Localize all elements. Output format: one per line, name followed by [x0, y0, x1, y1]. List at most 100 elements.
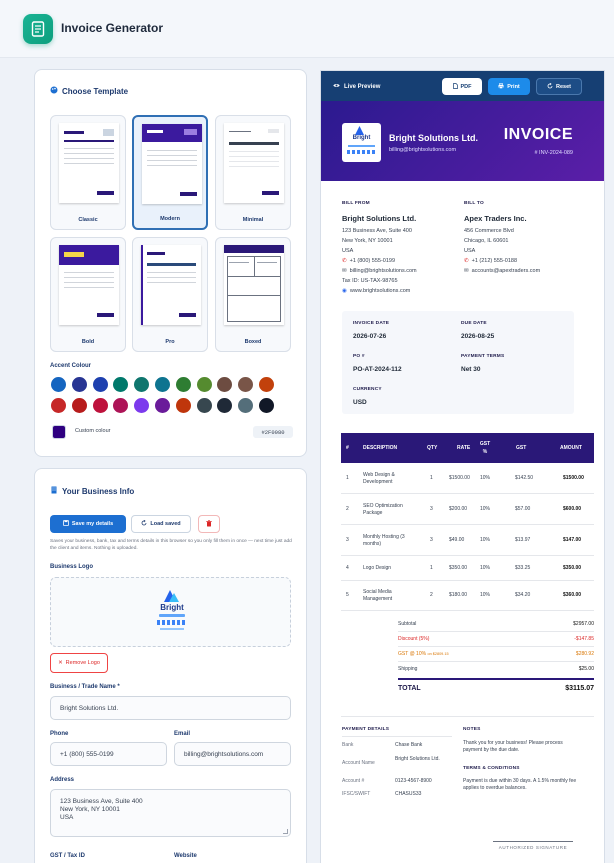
row-amount: $147.00 — [563, 536, 582, 543]
row-rate: $350.00 — [449, 564, 468, 571]
bill-from-email: ✉ billing@brightsolutions.com — [342, 268, 417, 274]
accent-swatch[interactable] — [259, 398, 274, 413]
col-num: # — [346, 445, 349, 451]
authorized-signature-label: AUTHORIZED SIGNATURE — [498, 845, 568, 850]
items-table-header: # DESCRIPTION QTY RATE GST % GST AMOUNT — [341, 433, 594, 463]
row-num: 5 — [346, 592, 349, 598]
live-preview-panel: Live Preview PDF Print Reset Bright Brig… — [320, 70, 605, 863]
bill-from-phone: ✆ +1 (800) 555-0199 — [342, 258, 396, 264]
accent-swatch[interactable] — [217, 398, 233, 413]
accent-swatch[interactable] — [51, 398, 66, 413]
phone-label: Phone — [50, 731, 69, 737]
trash-icon — [206, 519, 212, 529]
delete-saved-button[interactable] — [198, 515, 220, 533]
logo-dropzone[interactable]: Bright — [50, 577, 291, 647]
shipping-label: Shipping — [398, 666, 418, 672]
bill-to-line: USA — [464, 248, 476, 254]
resize-handle[interactable] — [283, 829, 288, 834]
row-qty: 1 — [430, 474, 433, 481]
template-modern-thumb — [142, 124, 202, 204]
accent-swatch[interactable] — [51, 377, 66, 392]
accent-swatch[interactable] — [134, 398, 150, 413]
accent-swatch[interactable] — [92, 398, 108, 413]
accent-swatch[interactable] — [113, 377, 129, 392]
accent-swatch[interactable] — [217, 377, 233, 392]
accent-swatch[interactable] — [134, 377, 150, 392]
accent-swatch[interactable] — [175, 377, 191, 392]
ifsc-value: CHASUS33 — [395, 791, 422, 797]
row-description: Monthly Hosting (3 months) — [363, 533, 405, 547]
remove-logo-button[interactable]: ✕ Remove Logo — [50, 653, 108, 673]
payment-details-title: PAYMENT DETAILS — [342, 727, 390, 732]
accent-swatch[interactable] — [155, 377, 170, 392]
po-value: PO-AT-2024-112 — [353, 366, 402, 373]
row-description: SEO Optimization Package — [363, 502, 403, 516]
template-pro[interactable]: Pro — [132, 237, 208, 352]
invoice-company-name: Bright Solutions Ltd. — [389, 133, 478, 143]
totals-block: Subtotal $2957.00 Discount (5%) -$147.85… — [398, 621, 594, 701]
accent-swatch[interactable] — [238, 398, 254, 413]
row-gst-pct: 10% — [480, 474, 491, 481]
custom-colour-hex[interactable]: #2F0080 — [253, 426, 293, 438]
accent-swatch[interactable] — [196, 377, 212, 392]
address-textarea[interactable]: 123 Business Ave, Suite 400 New York, NY… — [50, 789, 291, 837]
total-label: TOTAL — [398, 685, 421, 692]
terms-title: TERMS & CONDITIONS — [463, 766, 520, 771]
row-description: Logo Design — [363, 564, 392, 571]
account-number-label: Account # — [342, 778, 365, 784]
save-details-button[interactable]: Save my details — [50, 515, 126, 533]
phone-input[interactable]: +1 (800) 555-0199 — [50, 742, 167, 766]
gst-total-value: $280.92 — [575, 651, 594, 657]
accent-swatch[interactable] — [113, 398, 129, 413]
accent-swatch[interactable] — [71, 377, 87, 392]
website-label: Website — [174, 853, 197, 859]
currency-label: CURRENCY — [353, 387, 382, 392]
subtotal-value: $2957.00 — [573, 621, 594, 627]
accent-swatch[interactable] — [196, 398, 212, 413]
live-preview-title: Live Preview — [333, 83, 380, 90]
print-button[interactable]: Print — [488, 78, 530, 95]
table-row: 5 Social Media Management 2 $180.00 10% $34.2… — [341, 581, 594, 611]
app-header: Invoice Generator — [0, 0, 614, 58]
row-gst: $33.25 — [515, 564, 531, 571]
accent-swatch[interactable] — [92, 377, 108, 392]
gst-label: GST / Tax ID — [50, 853, 85, 859]
invoice-header: Bright Bright Solutions Ltd. billing@bri… — [321, 101, 604, 181]
row-rate: $200.00 — [449, 505, 468, 512]
row-amount: $360.00 — [563, 592, 582, 598]
terms-text: Payment is due within 30 days. A 1.5% mo… — [463, 778, 577, 791]
row-gst: $57.00 — [515, 505, 531, 512]
template-classic[interactable]: Classic — [50, 115, 126, 230]
table-row: 4 Logo Design 1 $350.00 10% $33.25 $350.00 — [341, 556, 594, 581]
business-logo-label: Business Logo — [50, 564, 94, 570]
row-gst: $34.20 — [515, 592, 531, 598]
accent-swatch[interactable] — [155, 398, 170, 413]
row-num: 4 — [346, 564, 349, 571]
accent-swatch[interactable] — [238, 377, 254, 392]
invoice-date-label: INVOICE DATE — [353, 321, 390, 326]
template-bold[interactable]: Bold — [50, 237, 126, 352]
template-boxed[interactable]: Boxed — [215, 237, 291, 352]
invoice-company-email: billing@brightsolutions.com — [389, 147, 457, 153]
pdf-button[interactable]: PDF — [442, 78, 482, 95]
template-bold-thumb — [59, 245, 119, 325]
gst-total-label: GST @ 10% on $2809.15 — [398, 651, 449, 657]
accent-swatch[interactable] — [175, 398, 191, 413]
template-classic-thumb — [59, 123, 119, 203]
business-name-input[interactable]: Bright Solutions Ltd. — [50, 696, 291, 720]
email-input[interactable]: billing@brightsolutions.com — [174, 742, 291, 766]
reset-button[interactable]: Reset — [536, 78, 582, 95]
save-icon — [62, 520, 69, 528]
file-icon — [452, 82, 458, 91]
email-label: Email — [174, 731, 191, 737]
accent-swatch[interactable] — [71, 398, 87, 413]
custom-colour-picker[interactable] — [52, 425, 66, 439]
accent-swatch[interactable] — [259, 377, 274, 392]
load-saved-button[interactable]: Load saved — [131, 515, 191, 533]
business-logo-image: Bright — [155, 590, 189, 636]
template-minimal[interactable]: Minimal — [215, 115, 291, 230]
row-amount: $600.00 — [563, 505, 582, 512]
template-modern[interactable]: Modern — [132, 115, 208, 230]
row-gst: $142.50 — [515, 474, 534, 481]
discount-value: -$147.85 — [574, 636, 594, 642]
